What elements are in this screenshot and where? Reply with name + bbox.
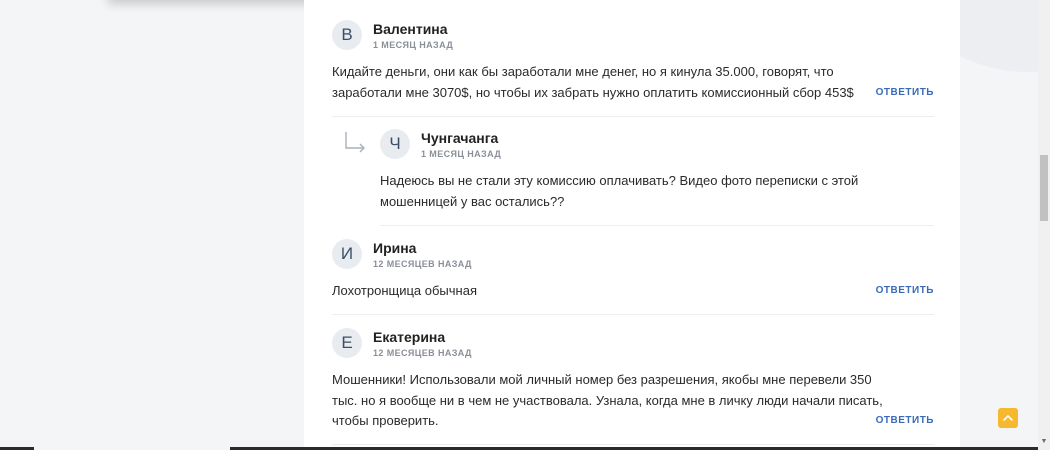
avatar: Ч xyxy=(380,129,410,159)
reply-button[interactable]: ОТВЕТИТЬ xyxy=(876,415,934,426)
comment-text-line: Мошенники! Использовали мой личный номер… xyxy=(332,372,872,387)
scroll-to-top-button[interactable] xyxy=(998,408,1018,428)
page-viewport: В Валентина 1 МЕСЯЦ НАЗАД Кидайте деньги… xyxy=(0,0,1050,450)
triangle-down-icon[interactable]: ▼ xyxy=(1040,437,1048,447)
comment-item: В Валентина 1 МЕСЯЦ НАЗАД Кидайте деньги… xyxy=(332,20,934,117)
reply-button[interactable]: ОТВЕТИТЬ xyxy=(876,87,934,98)
comment-reply-item: Ч Чунгачанга 1 МЕСЯЦ НАЗАД Надеюсь вы не… xyxy=(380,129,934,226)
comment-item: И Ирина 12 МЕСЯЦЕВ НАЗАД Лохотронщица об… xyxy=(332,239,934,315)
chevron-up-icon xyxy=(1002,414,1014,422)
comment-author[interactable]: Чунгачанга xyxy=(421,130,498,146)
comment-date: 1 МЕСЯЦ НАЗАД xyxy=(421,149,502,159)
avatar: И xyxy=(332,239,362,269)
comment-text-line: Лохотронщица обычная xyxy=(332,283,477,298)
comment-text-line: мошенницей у вас остались?? xyxy=(380,193,565,209)
avatar: В xyxy=(332,20,362,50)
comment-author[interactable]: Валентина xyxy=(373,21,448,37)
comment-author[interactable]: Екатерина xyxy=(373,329,445,345)
comment-text-line: чтобы проверить. xyxy=(332,413,439,428)
scrollbar-thumb[interactable] xyxy=(1040,155,1048,221)
comment-item: Е Екатерина 12 МЕСЯЦЕВ НАЗАД Мошенники! … xyxy=(332,328,934,445)
comment-text-line: Кидайте деньги, они как бы заработали мн… xyxy=(332,64,834,79)
comment-text-line: заработали мне 3070$, но чтобы их забрат… xyxy=(332,84,854,100)
comment-date: 12 МЕСЯЦЕВ НАЗАД xyxy=(373,259,472,269)
comments-section: В Валентина 1 МЕСЯЦ НАЗАД Кидайте деньги… xyxy=(304,0,960,450)
comment-date: 1 МЕСЯЦ НАЗАД xyxy=(373,40,454,50)
comment-text: Лохотронщица обычная xyxy=(332,281,477,302)
comment-text-line: Надеюсь вы не стали эту комиссию оплачив… xyxy=(380,173,859,188)
comment-text-line: тыс. но я вообще ни в чем не участвовала… xyxy=(332,392,883,408)
comment-date: 12 МЕСЯЦЕВ НАЗАД xyxy=(373,348,472,358)
avatar: Е xyxy=(332,328,362,358)
comment-text: Надеюсь вы не стали эту комиссию оплачив… xyxy=(380,171,858,212)
comment-text: Кидайте деньги, они как бы заработали мн… xyxy=(332,62,854,103)
reply-arrow-icon xyxy=(345,132,365,153)
reply-button[interactable]: ОТВЕТИТЬ xyxy=(876,285,934,296)
scrollbar-track[interactable] xyxy=(1038,0,1050,450)
comment-text: Мошенники! Использовали мой личный номер… xyxy=(332,370,883,432)
comment-author[interactable]: Ирина xyxy=(373,240,416,256)
